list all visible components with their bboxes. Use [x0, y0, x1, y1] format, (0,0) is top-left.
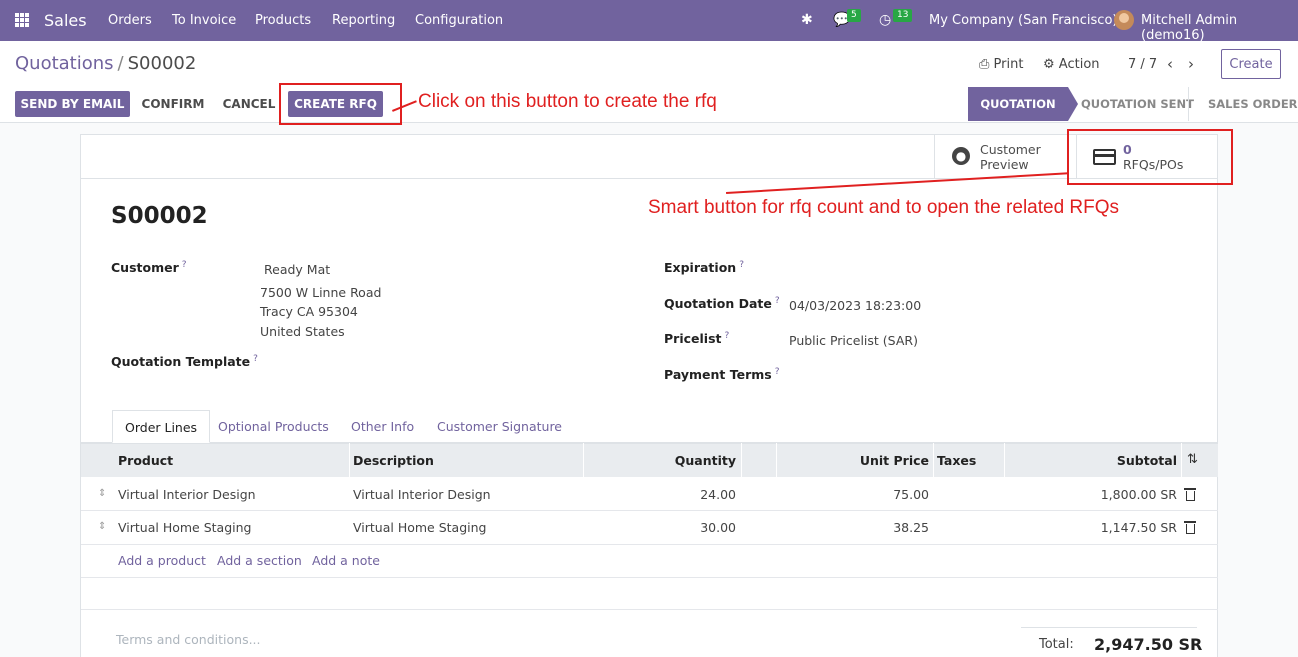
row-product[interactable]: Virtual Home Staging	[118, 520, 251, 535]
print-label: Print	[993, 57, 1024, 72]
total-divider	[1021, 627, 1197, 628]
tab-optional-products[interactable]: Optional Products	[218, 410, 329, 443]
breadcrumb: Quotations / S00002	[15, 53, 196, 74]
row-unit-price[interactable]: 75.00	[893, 487, 929, 502]
drag-handle-icon[interactable]: ⇕	[98, 488, 106, 499]
status-quotation-sent[interactable]: QUOTATION SENT	[1081, 87, 1194, 121]
quotation-date-field[interactable]: 04/03/2023 18:23:00	[789, 298, 921, 313]
company-switcher[interactable]: My Company (San Francisco)	[929, 13, 1117, 28]
menu-configuration[interactable]: Configuration	[415, 13, 503, 28]
column-taxes[interactable]: Taxes	[937, 453, 976, 468]
quotation-template-label: Quotation Template?	[111, 354, 258, 370]
messages-count-badge: 5	[847, 9, 861, 22]
row-subtotal: 1,147.50 SR	[1100, 520, 1177, 535]
drag-handle-icon[interactable]: ⇕	[98, 521, 106, 532]
gear-icon: ⚙	[1043, 57, 1055, 72]
payment-terms-label: Payment Terms?	[664, 367, 780, 383]
column-description[interactable]: Description	[353, 453, 434, 468]
row-product[interactable]: Virtual Interior Design	[118, 487, 256, 502]
customer-address-line2: Tracy CA 95304	[260, 304, 358, 319]
column-separator	[776, 443, 777, 477]
menu-products[interactable]: Products	[255, 13, 311, 28]
annotation-highlight-smart-button	[1067, 129, 1233, 185]
row-description[interactable]: Virtual Interior Design	[353, 487, 491, 502]
status-divider	[1188, 87, 1189, 121]
status-sales-order[interactable]: SALES ORDER	[1208, 87, 1298, 121]
expiration-label: Expiration?	[664, 260, 744, 276]
activities-count-badge: 13	[893, 9, 913, 22]
breadcrumb-separator: /	[117, 53, 124, 74]
action-label: Action	[1058, 57, 1100, 72]
annotation-smart-button-text: Smart button for rfq count and to open t…	[648, 197, 1120, 218]
optional-columns-sliders-icon[interactable]: ⇅	[1187, 452, 1198, 467]
print-button[interactable]: ⎙ Print	[979, 57, 1023, 72]
confirm-button[interactable]: CONFIRM	[137, 91, 209, 117]
row-quantity[interactable]: 30.00	[700, 520, 736, 535]
table-row[interactable]	[81, 511, 1218, 545]
pager-previous-icon[interactable]: ‹	[1167, 55, 1173, 73]
add-note-link[interactable]: Add a note	[312, 553, 380, 568]
column-subtotal[interactable]: Subtotal	[1117, 453, 1177, 468]
customer-label: Customer?	[111, 260, 187, 276]
status-arrow	[1068, 87, 1078, 121]
trash-icon[interactable]	[1184, 521, 1196, 534]
column-separator	[741, 443, 742, 477]
breadcrumb-current: S00002	[127, 53, 197, 74]
column-separator	[933, 443, 934, 477]
pricelist-field[interactable]: Public Pricelist (SAR)	[789, 333, 918, 348]
terms-and-conditions-field[interactable]: Terms and conditions...	[116, 632, 261, 647]
cancel-button[interactable]: CANCEL	[218, 91, 280, 117]
quotation-date-label: Quotation Date?	[664, 296, 780, 312]
send-by-email-button[interactable]: SEND BY EMAIL	[15, 91, 130, 117]
user-avatar[interactable]	[1114, 10, 1134, 30]
customer-address-line3: United States	[260, 324, 345, 339]
quotation-name: S00002	[111, 203, 208, 229]
customer-preview-line2: Preview	[980, 157, 1029, 172]
menu-reporting[interactable]: Reporting	[332, 13, 395, 28]
menu-orders[interactable]: Orders	[108, 13, 152, 28]
table-footer	[81, 577, 1218, 610]
top-navbar: Sales Orders To Invoice Products Reporti…	[0, 0, 1298, 43]
column-separator	[1004, 443, 1005, 477]
menu-to-invoice[interactable]: To Invoice	[172, 13, 236, 28]
status-quotation[interactable]: QUOTATION	[968, 87, 1068, 121]
activities-clock-icon[interactable]: ◷	[879, 12, 891, 28]
tab-customer-signature[interactable]: Customer Signature	[437, 410, 562, 443]
row-quantity[interactable]: 24.00	[700, 487, 736, 502]
column-separator	[349, 443, 350, 477]
add-section-link[interactable]: Add a section	[217, 553, 302, 568]
row-subtotal: 1,800.00 SR	[1100, 487, 1177, 502]
pager-value[interactable]: 7 / 7	[1128, 57, 1157, 72]
table-header	[81, 443, 1218, 477]
user-menu[interactable]: Mitchell Admin (demo16)	[1141, 13, 1298, 43]
column-unit-price[interactable]: Unit Price	[860, 453, 929, 468]
create-button[interactable]: Create	[1221, 49, 1281, 79]
row-description[interactable]: Virtual Home Staging	[353, 520, 486, 535]
customer-address-line1: 7500 W Linne Road	[260, 285, 382, 300]
column-product[interactable]: Product	[118, 453, 173, 468]
globe-icon: ●	[952, 147, 970, 165]
column-quantity[interactable]: Quantity	[675, 453, 736, 468]
add-product-link[interactable]: Add a product	[118, 553, 206, 568]
breadcrumb-parent[interactable]: Quotations	[15, 53, 114, 74]
annotation-highlight-create-rfq	[279, 83, 402, 125]
apps-menu-icon[interactable]	[15, 13, 30, 28]
pager-next-icon[interactable]: ›	[1188, 55, 1194, 73]
debug-bug-icon[interactable]: ✱	[801, 12, 813, 28]
print-icon: ⎙	[979, 57, 990, 72]
tab-other-info[interactable]: Other Info	[351, 410, 414, 443]
action-button[interactable]: ⚙ Action	[1043, 57, 1100, 72]
customer-preview-line1: Customer	[980, 142, 1041, 157]
trash-icon[interactable]	[1184, 488, 1196, 501]
column-separator	[1181, 443, 1182, 477]
customer-name[interactable]: Ready Mat	[264, 262, 330, 277]
total-amount: 2,947.50 SR	[1094, 635, 1203, 654]
tab-order-lines[interactable]: Order Lines	[112, 410, 211, 443]
column-separator	[583, 443, 584, 477]
total-label: Total:	[1039, 637, 1074, 652]
pricelist-label: Pricelist?	[664, 331, 730, 347]
app-name[interactable]: Sales	[44, 11, 87, 30]
row-unit-price[interactable]: 38.25	[893, 520, 929, 535]
annotation-rfq-button-text: Click on this button to create the rfq	[418, 91, 717, 112]
